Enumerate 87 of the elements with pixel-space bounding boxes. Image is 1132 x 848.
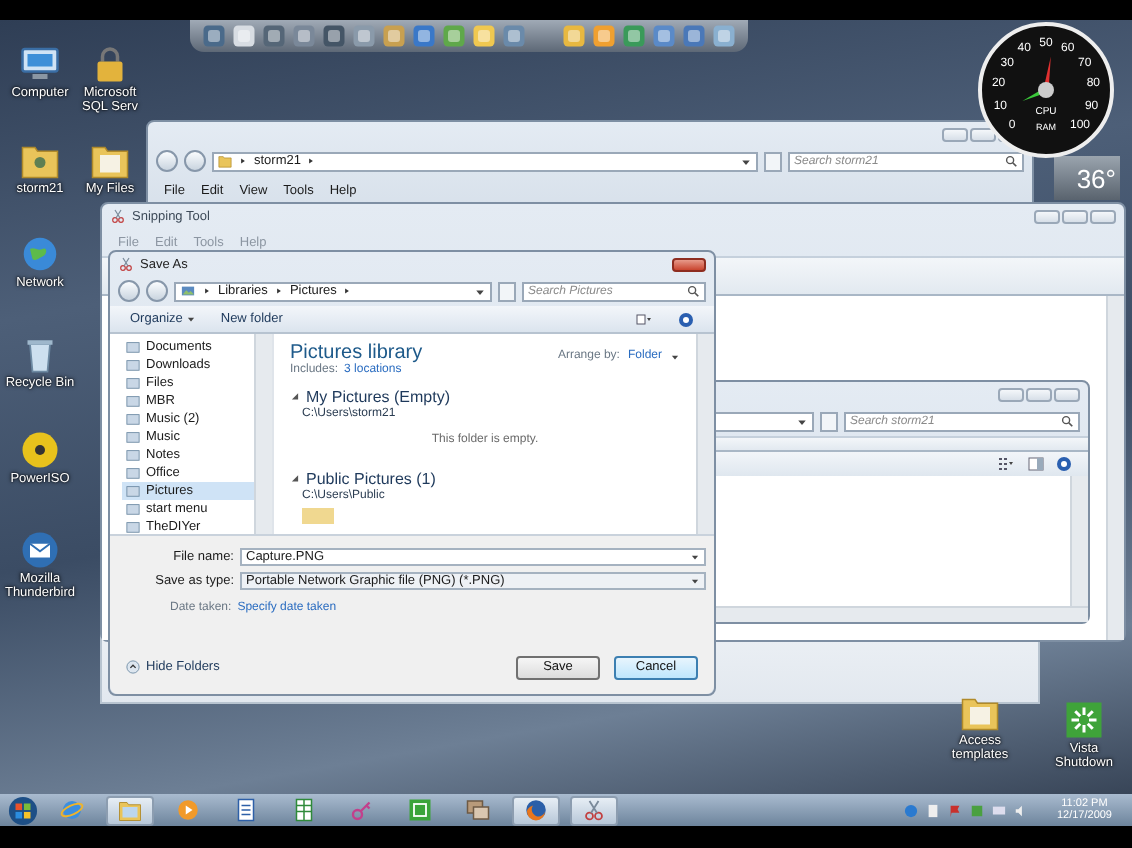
- scissors-icon: [118, 256, 134, 272]
- group-title[interactable]: Public Pictures (1): [306, 470, 436, 488]
- scissors-icon: [110, 208, 126, 224]
- taskbar-button[interactable]: [570, 795, 618, 825]
- caret-icon[interactable]: [690, 552, 700, 562]
- app-icon[interactable]: [202, 24, 226, 48]
- app-icon[interactable]: [592, 24, 616, 48]
- library-title: Pictures library: [290, 342, 423, 364]
- expand-triangle-icon[interactable]: [290, 474, 300, 484]
- scrollbar[interactable]: [1070, 476, 1088, 606]
- caret-icon[interactable]: [740, 155, 752, 167]
- back-button[interactable]: [118, 280, 140, 302]
- chevron-icon: [342, 286, 353, 296]
- spreadsheet-icon: [292, 798, 316, 822]
- document-icon: [234, 798, 258, 822]
- taskbar-button[interactable]: [512, 795, 560, 825]
- envelope-icon[interactable]: [20, 530, 60, 570]
- needle-hub: [1038, 82, 1054, 98]
- maximize-button[interactable]: [1062, 209, 1088, 223]
- globe-icon: [60, 798, 84, 822]
- refresh-button[interactable]: [820, 411, 838, 431]
- close-button[interactable]: [672, 257, 706, 271]
- maximize-button[interactable]: [1026, 387, 1052, 401]
- scrollbar[interactable]: [1106, 296, 1124, 640]
- app-icon[interactable]: [412, 24, 436, 48]
- view-icon[interactable]: [996, 456, 1016, 472]
- temperature-reading: 36°: [1076, 163, 1116, 193]
- sunburst-icon[interactable]: [1064, 700, 1104, 740]
- search-icon[interactable]: [686, 284, 700, 298]
- square-app-icon: [408, 798, 432, 822]
- app-icon[interactable]: [502, 24, 526, 48]
- app-icon[interactable]: [652, 24, 676, 48]
- search-icon[interactable]: [1060, 414, 1074, 428]
- app-icon[interactable]: [382, 24, 406, 48]
- app-icon[interactable]: [622, 24, 646, 48]
- refresh-button[interactable]: [498, 281, 516, 301]
- globe-icon: [524, 798, 548, 822]
- pane-icon[interactable]: [1028, 456, 1044, 472]
- caret-icon[interactable]: [690, 576, 700, 586]
- flag-icon[interactable]: [948, 803, 963, 817]
- app-icon[interactable]: [682, 24, 706, 48]
- search-icon[interactable]: [1004, 154, 1018, 168]
- app-icon[interactable]: [352, 24, 376, 48]
- app-icon[interactable]: [262, 24, 286, 48]
- folder-icon: [218, 154, 232, 168]
- chevron-icon: [306, 156, 317, 166]
- expand-triangle-icon[interactable]: [290, 392, 300, 402]
- disc-icon[interactable]: [20, 430, 60, 470]
- scrollbar[interactable]: [254, 334, 272, 534]
- globe-icon[interactable]: [20, 234, 60, 274]
- gauge-dial: [978, 22, 1114, 158]
- minimize-button[interactable]: [942, 127, 968, 141]
- window-stack-icon: [466, 798, 490, 822]
- app-icon[interactable]: [292, 24, 316, 48]
- app-icon[interactable]: [562, 24, 586, 48]
- app-icon[interactable]: [712, 24, 736, 48]
- group-title[interactable]: My Pictures (Empty): [306, 388, 451, 406]
- app-icon[interactable]: [232, 24, 256, 48]
- document-icon[interactable]: [926, 803, 941, 817]
- circle-icon[interactable]: [904, 803, 919, 817]
- minimize-button[interactable]: [998, 387, 1024, 401]
- forward-button[interactable]: [146, 280, 168, 302]
- help-icon[interactable]: [1056, 456, 1072, 472]
- forward-button[interactable]: [184, 150, 206, 172]
- minimize-button[interactable]: [1034, 209, 1060, 223]
- caret-icon: [186, 314, 197, 324]
- start-orb-icon[interactable]: [8, 795, 38, 825]
- chevron-icon: [202, 286, 212, 296]
- folder-icon: [118, 798, 142, 822]
- pictures-icon: [180, 284, 196, 298]
- back-button[interactable]: [156, 150, 178, 172]
- key-icon: [350, 798, 374, 822]
- chevron-icon: [273, 286, 284, 296]
- app-icon[interactable]: [442, 24, 466, 48]
- play-icon: [176, 798, 200, 822]
- collapse-icon: [126, 660, 140, 674]
- maximize-button[interactable]: [970, 127, 996, 141]
- refresh-button[interactable]: [764, 151, 782, 171]
- app-icon[interactable]: [322, 24, 346, 48]
- help-icon[interactable]: [678, 311, 694, 327]
- scissors-icon: [582, 798, 606, 822]
- scrollbar[interactable]: [696, 334, 714, 534]
- chevron-icon: [238, 156, 248, 166]
- app-icon[interactable]: [472, 24, 496, 48]
- caret-icon[interactable]: [670, 351, 680, 361]
- caret-icon[interactable]: [796, 415, 808, 427]
- view-icon[interactable]: [634, 311, 654, 327]
